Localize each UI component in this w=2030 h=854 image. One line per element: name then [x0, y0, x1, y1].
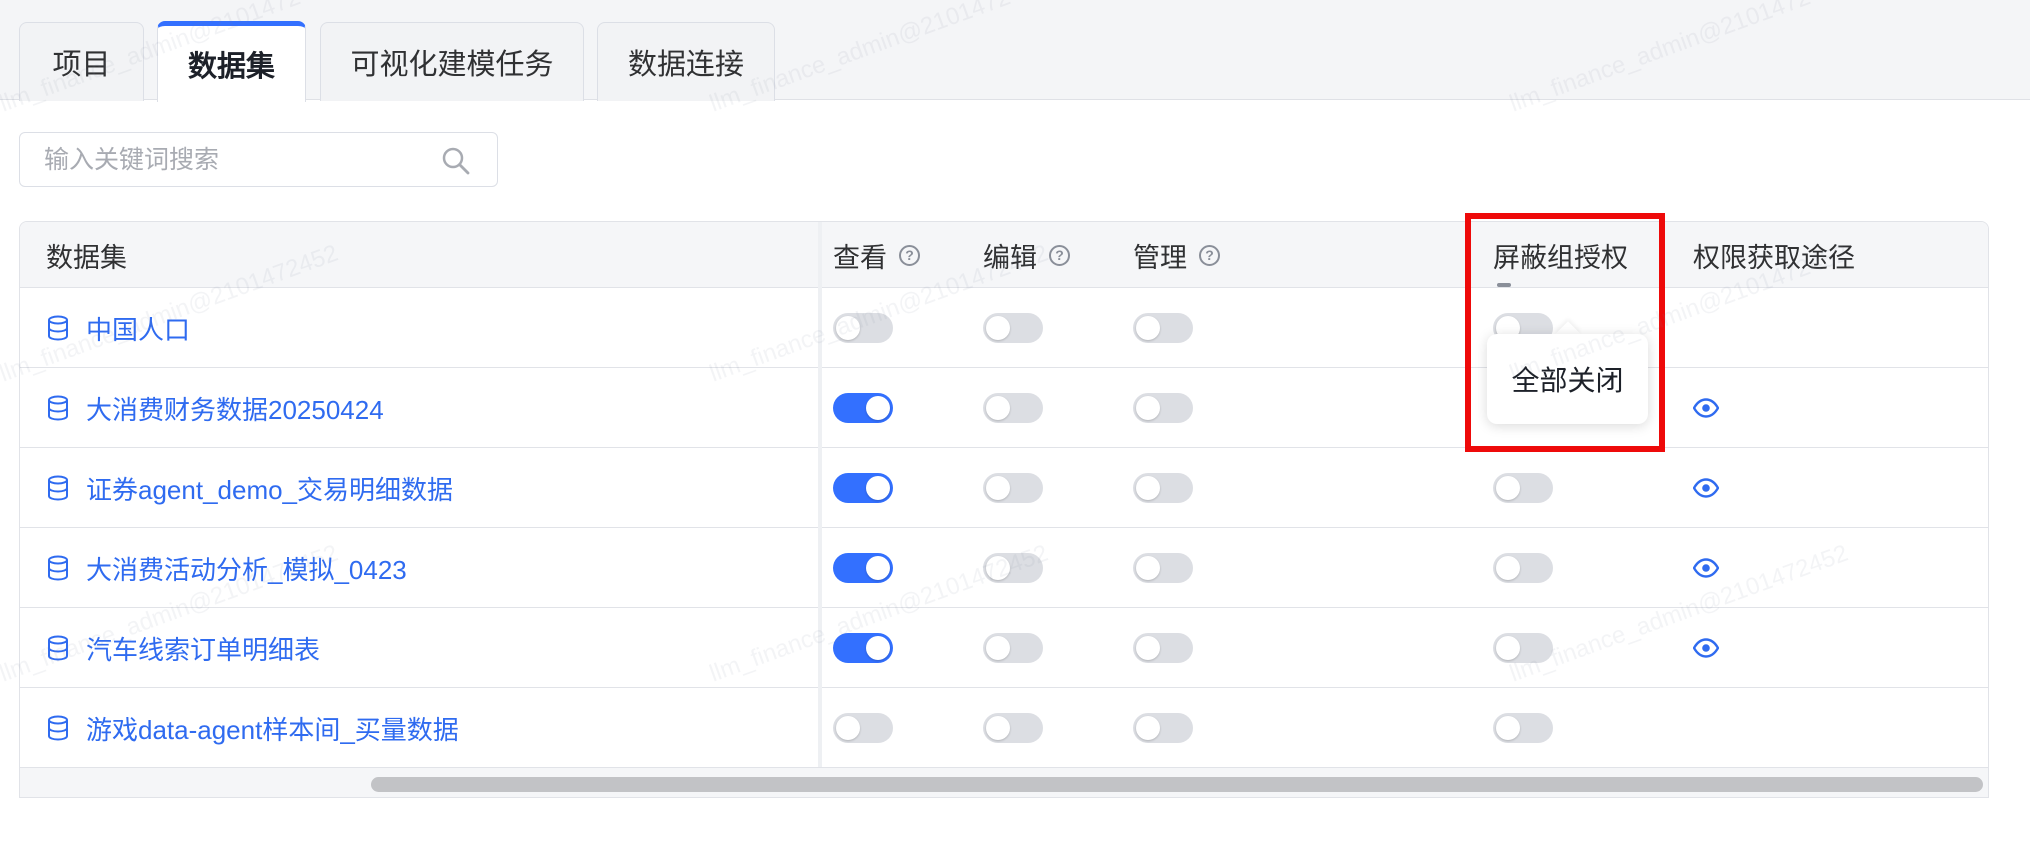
- search-box: [19, 132, 498, 187]
- dataset-cell: 大消费活动分析_模拟_0423: [46, 528, 407, 608]
- toggle-knob: [1136, 396, 1160, 420]
- edit-toggle[interactable]: [983, 713, 1043, 743]
- header-permission-source: 权限获取途径: [1693, 242, 1855, 273]
- frozen-column-divider: [818, 222, 822, 767]
- view-toggle[interactable]: [833, 313, 893, 343]
- table-row: 游戏data-agent样本间_买量数据: [20, 688, 1988, 768]
- header-view: 查看?: [833, 222, 920, 288]
- manage-toggle[interactable]: [1133, 473, 1193, 503]
- database-icon: [48, 715, 68, 741]
- database-icon: [48, 315, 68, 341]
- dataset-name-link[interactable]: 汽车线索订单明细表: [86, 630, 320, 667]
- mask-group-toggle[interactable]: [1493, 553, 1553, 583]
- scrollbar-thumb[interactable]: [371, 777, 1983, 792]
- toggle-knob: [866, 396, 890, 420]
- view-toggle[interactable]: [833, 393, 893, 423]
- toggle-knob: [1136, 476, 1160, 500]
- toggle-knob: [866, 556, 890, 580]
- view-toggle[interactable]: [833, 553, 893, 583]
- dataset-name-link[interactable]: 证券agent_demo_交易明细数据: [86, 470, 453, 507]
- toggle-knob: [866, 636, 890, 660]
- edit-toggle[interactable]: [983, 393, 1043, 423]
- header-mask-group-auth[interactable]: 屏蔽组授权: [1493, 222, 1628, 288]
- header-dataset: 数据集: [46, 242, 127, 273]
- toggle-knob: [1136, 316, 1160, 340]
- dataset-cell: 证券agent_demo_交易明细数据: [46, 448, 453, 528]
- database-icon: [48, 555, 68, 581]
- database-icon: [48, 395, 68, 421]
- disable-all-popover[interactable]: 全部关闭: [1487, 334, 1648, 424]
- datasets-table: 数据集 查看? 编辑? 管理? 屏蔽组授权 权限获取途径 中国人口大消费财务数据…: [19, 221, 1989, 798]
- toggle-knob: [836, 316, 860, 340]
- mask-group-toggle[interactable]: [1493, 633, 1553, 663]
- toggle-knob: [836, 716, 860, 740]
- tab-data-connections[interactable]: 数据连接: [597, 22, 775, 101]
- dataset-cell: 中国人口: [46, 288, 190, 368]
- toggle-knob: [1136, 716, 1160, 740]
- dataset-cell: 大消费财务数据20250424: [46, 368, 384, 448]
- dataset-name-link[interactable]: 大消费活动分析_模拟_0423: [86, 550, 407, 587]
- edit-toggle[interactable]: [983, 553, 1043, 583]
- search-icon[interactable]: [441, 146, 471, 176]
- manage-toggle[interactable]: [1133, 713, 1193, 743]
- table-row: 大消费活动分析_模拟_0423: [20, 528, 1988, 608]
- toggle-knob: [986, 636, 1010, 660]
- disable-all-option[interactable]: 全部关闭: [1511, 359, 1623, 399]
- manage-toggle[interactable]: [1133, 393, 1193, 423]
- toggle-knob: [1136, 556, 1160, 580]
- dataset-name-link[interactable]: 大消费财务数据20250424: [86, 390, 384, 427]
- header-edit: 编辑?: [983, 222, 1070, 288]
- horizontal-scrollbar[interactable]: [20, 767, 1988, 797]
- toggle-knob: [1496, 716, 1520, 740]
- search-input[interactable]: [42, 141, 422, 179]
- database-icon: [48, 635, 68, 661]
- tab-datasets[interactable]: 数据集: [157, 21, 306, 102]
- toggle-knob: [1136, 636, 1160, 660]
- view-toggle[interactable]: [833, 713, 893, 743]
- help-icon[interactable]: ?: [899, 244, 920, 266]
- manage-toggle[interactable]: [1133, 633, 1193, 663]
- help-icon[interactable]: ?: [1199, 244, 1220, 266]
- mask-group-toggle[interactable]: [1493, 713, 1553, 743]
- tab-visual-modeling-tasks[interactable]: 可视化建模任务: [320, 22, 584, 101]
- toggle-knob: [986, 396, 1010, 420]
- edit-toggle[interactable]: [983, 473, 1043, 503]
- manage-toggle[interactable]: [1133, 313, 1193, 343]
- dataset-name-link[interactable]: 游戏data-agent样本间_买量数据: [86, 710, 459, 747]
- eye-icon[interactable]: [1693, 558, 1719, 578]
- dataset-name-link[interactable]: 中国人口: [86, 310, 190, 347]
- toggle-knob: [986, 556, 1010, 580]
- mask-group-toggle[interactable]: [1493, 473, 1553, 503]
- toggle-knob: [1496, 476, 1520, 500]
- eye-icon[interactable]: [1693, 478, 1719, 498]
- dataset-cell: 汽车线索订单明细表: [46, 608, 320, 688]
- manage-toggle[interactable]: [1133, 553, 1193, 583]
- toggle-knob: [866, 476, 890, 500]
- toggle-knob: [986, 716, 1010, 740]
- table-row: 证券agent_demo_交易明细数据: [20, 448, 1988, 528]
- toggle-knob: [1496, 636, 1520, 660]
- tab-bar: 项目 数据集 可视化建模任务 数据连接: [0, 0, 2030, 102]
- toggle-knob: [986, 476, 1010, 500]
- table-header: 数据集 查看? 编辑? 管理? 屏蔽组授权 权限获取途径: [20, 222, 1988, 288]
- eye-icon[interactable]: [1693, 398, 1719, 418]
- table-row: 大消费财务数据20250424: [20, 368, 1988, 448]
- tab-projects[interactable]: 项目: [19, 22, 144, 101]
- edit-toggle[interactable]: [983, 633, 1043, 663]
- view-toggle[interactable]: [833, 473, 893, 503]
- dataset-cell: 游戏data-agent样本间_买量数据: [46, 688, 459, 768]
- header-manage: 管理?: [1133, 222, 1220, 288]
- dash-icon: [1497, 283, 1511, 287]
- eye-icon[interactable]: [1693, 638, 1719, 658]
- view-toggle[interactable]: [833, 633, 893, 663]
- table-row: 中国人口: [20, 288, 1988, 368]
- toggle-knob: [986, 316, 1010, 340]
- toggle-knob: [1496, 556, 1520, 580]
- help-icon[interactable]: ?: [1049, 244, 1070, 266]
- table-row: 汽车线索订单明细表: [20, 608, 1988, 688]
- database-icon: [48, 475, 68, 501]
- edit-toggle[interactable]: [983, 313, 1043, 343]
